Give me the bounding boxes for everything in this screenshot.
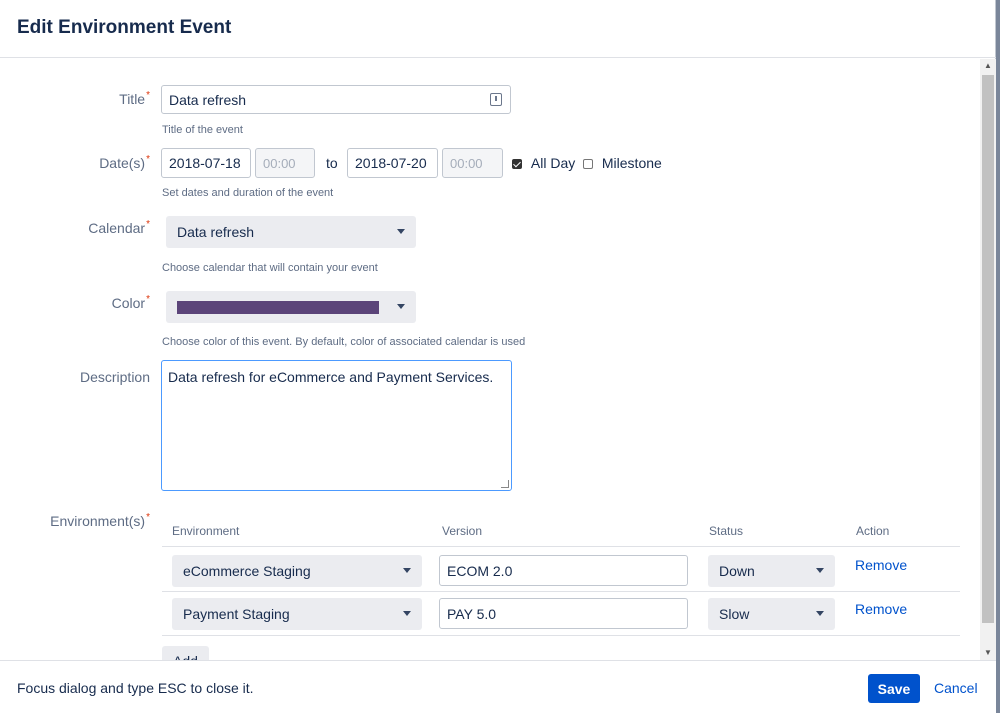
- dialog-header: Edit Environment Event: [0, 0, 996, 58]
- title-help: Title of the event: [162, 124, 243, 136]
- end-time-input: 00:00: [442, 148, 503, 178]
- version-input[interactable]: ECOM 2.0: [439, 555, 688, 586]
- chevron-down-icon: [397, 229, 405, 234]
- start-time-input: 00:00: [255, 148, 315, 178]
- status-select[interactable]: Down: [708, 555, 835, 587]
- title-input[interactable]: Data refresh: [161, 85, 511, 114]
- column-header-version: Version: [442, 524, 483, 538]
- date-range-separator: to: [326, 155, 338, 171]
- content-scrollbar[interactable]: ▲ ▼: [980, 59, 996, 660]
- title-label: Title*: [119, 90, 150, 107]
- all-day-checkbox[interactable]: [512, 159, 522, 170]
- save-button[interactable]: Save: [868, 674, 920, 703]
- milestone-checkbox[interactable]: [583, 159, 593, 170]
- environment-select[interactable]: Payment Staging: [172, 598, 422, 630]
- footer-hint: Focus dialog and type ESC to close it.: [17, 680, 254, 696]
- dates-label: Date(s)*: [99, 154, 150, 171]
- version-input[interactable]: PAY 5.0: [439, 598, 688, 629]
- column-header-action: Action: [856, 524, 890, 538]
- resize-handle[interactable]: [501, 480, 509, 488]
- chevron-down-icon: [816, 611, 824, 616]
- required-asterisk: *: [146, 90, 150, 101]
- dialog-content: Title* Data refresh Title of the event D…: [0, 59, 980, 660]
- chevron-down-icon: [403, 568, 411, 573]
- table-row-divider: [162, 591, 960, 592]
- chevron-down-icon: [816, 568, 824, 573]
- background-edge: [996, 0, 1000, 713]
- milestone-option[interactable]: Milestone: [583, 155, 662, 171]
- remove-environment-link[interactable]: Remove: [855, 557, 907, 573]
- edit-event-dialog: Edit Environment Event Title* Data refre…: [0, 0, 996, 713]
- calendar-help: Choose calendar that will contain your e…: [162, 262, 378, 274]
- field-helper-icon: [490, 93, 502, 106]
- scroll-up-arrow-icon[interactable]: ▲: [980, 59, 996, 73]
- environments-label: Environment(s)*: [50, 512, 150, 529]
- dialog-footer: Focus dialog and type ESC to close it. S…: [0, 660, 996, 713]
- scrollbar-thumb[interactable]: [982, 75, 994, 623]
- table-row-divider: [162, 635, 960, 636]
- calendar-select[interactable]: Data refresh: [166, 216, 416, 248]
- end-date-input[interactable]: 2018-07-20: [347, 148, 438, 178]
- environment-select[interactable]: eCommerce Staging: [172, 555, 422, 587]
- add-environment-button[interactable]: Add: [162, 646, 209, 660]
- dialog-title: Edit Environment Event: [17, 17, 232, 38]
- milestone-label: Milestone: [601, 155, 662, 171]
- remove-environment-link[interactable]: Remove: [855, 601, 907, 617]
- chevron-down-icon: [397, 304, 405, 309]
- description-label: Description: [79, 369, 150, 385]
- chevron-down-icon: [403, 611, 411, 616]
- description-textarea[interactable]: Data refresh for eCommerce and Payment S…: [161, 360, 512, 491]
- calendar-label: Calendar*: [88, 219, 150, 236]
- color-help: Choose color of this event. By default, …: [162, 336, 526, 348]
- color-label: Color*: [111, 294, 150, 311]
- scroll-down-arrow-icon[interactable]: ▼: [980, 646, 996, 660]
- table-header-divider: [162, 546, 960, 547]
- column-header-environment: Environment: [172, 524, 240, 538]
- color-select[interactable]: [166, 291, 416, 323]
- all-day-label: All Day: [530, 155, 576, 171]
- start-date-input[interactable]: 2018-07-18: [161, 148, 251, 178]
- status-select[interactable]: Slow: [708, 598, 835, 630]
- color-swatch: [177, 300, 379, 314]
- cancel-button[interactable]: Cancel: [934, 680, 978, 696]
- dates-help: Set dates and duration of the event: [162, 187, 334, 199]
- all-day-option[interactable]: All Day: [512, 155, 575, 171]
- column-header-status: Status: [709, 524, 744, 538]
